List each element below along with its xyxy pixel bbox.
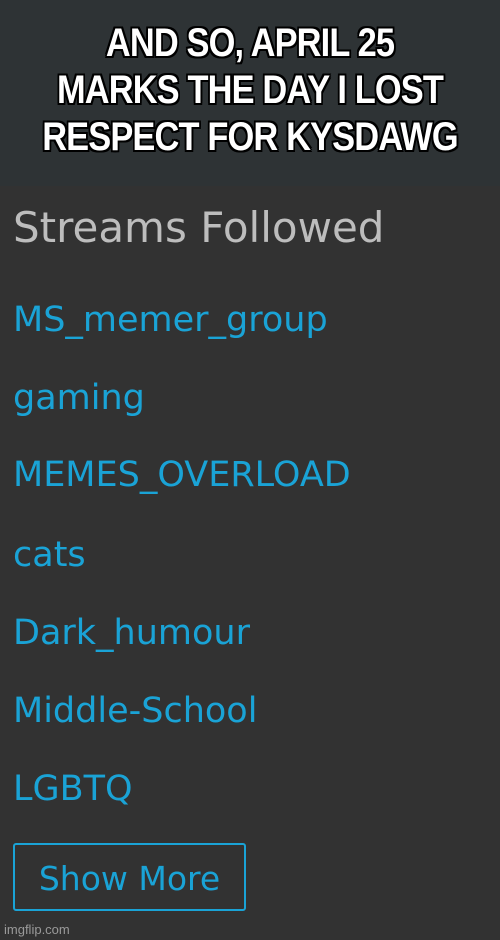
- stream-link-memes-overload[interactable]: MEMES_OVERLOAD: [13, 453, 351, 497]
- show-more-button[interactable]: Show More: [13, 843, 246, 911]
- stream-link-lgbtq[interactable]: LGBTQ: [13, 767, 133, 811]
- stream-link-gaming[interactable]: gaming: [13, 376, 145, 420]
- stream-link-dark-humour[interactable]: Dark_humour: [13, 611, 250, 655]
- caption-line-1: AND SO, APRIL 25: [105, 21, 395, 65]
- stream-link-ms-memer-group[interactable]: MS_memer_group: [13, 298, 328, 342]
- meme-caption: AND SO, APRIL 25 MARKS THE DAY I LOST RE…: [35, 20, 465, 161]
- streams-followed-heading: Streams Followed: [13, 203, 385, 252]
- stream-link-cats[interactable]: cats: [13, 533, 86, 577]
- caption-line-3: RESPECT FOR KYSDAWG: [42, 115, 458, 159]
- stream-link-middle-school[interactable]: Middle-School: [13, 689, 257, 733]
- imgflip-watermark: imgflip.com: [4, 922, 70, 937]
- caption-line-2: MARKS THE DAY I LOST: [56, 68, 444, 112]
